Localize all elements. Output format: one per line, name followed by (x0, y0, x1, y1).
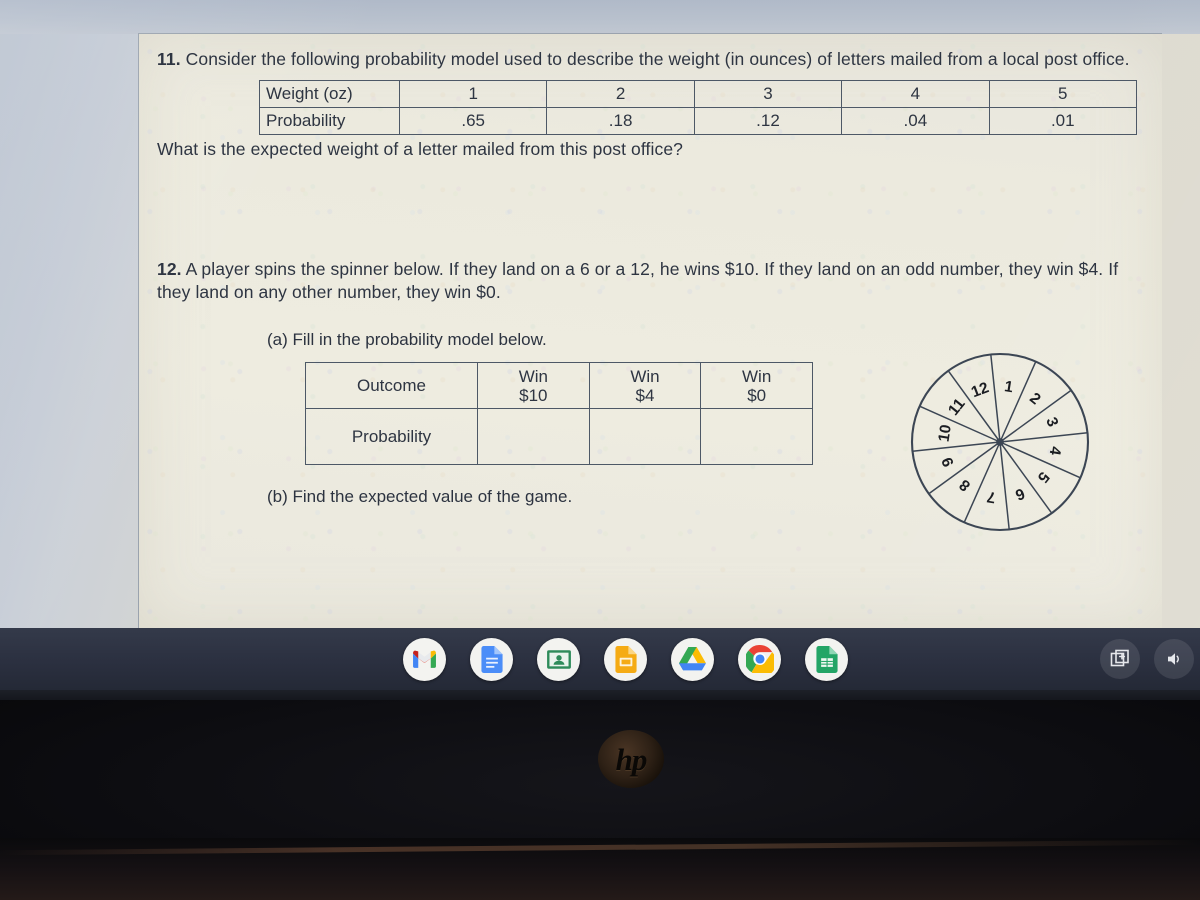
outcome-win-amount-3: $0 (747, 385, 767, 405)
question-12-number: 12. (157, 258, 182, 279)
gmail-app-icon[interactable] (403, 637, 446, 681)
spinner-sector-12: 12 (969, 379, 991, 401)
question-11-prompt: 11. Consider the following probability m… (157, 48, 1140, 71)
weight-value-4: 4 (841, 80, 990, 109)
probability-blank-2[interactable] (588, 408, 702, 466)
outcome-win-amount-2: $4 (635, 385, 655, 405)
question-11-followup: What is the expected weight of a letter … (157, 139, 684, 160)
outcome-win-word-2: Win (630, 366, 660, 386)
row-label-probability: Probability (259, 107, 400, 136)
spinner-sector-5: 5 (1034, 468, 1053, 486)
probability-value-3: .12 (693, 107, 843, 136)
probability-value-2: .18 (546, 107, 695, 136)
outcome-win-word-3: Win (742, 366, 772, 386)
spinner-sector-10: 10 (935, 423, 954, 443)
question-11-text: Consider the following probability model… (180, 49, 1130, 69)
outcome-win-word-1: Win (518, 366, 548, 386)
table-row: Outcome Win $10 Win $4 Win $0 (305, 362, 813, 410)
shelf-app-list (403, 637, 848, 681)
spinner-sector-1: 1 (1003, 378, 1015, 396)
volume-icon[interactable] (1154, 639, 1194, 679)
chrome-app-icon[interactable] (738, 637, 781, 681)
outcome-cell-win-10: Win $10 (477, 362, 590, 410)
outcome-cell-win-0: Win $0 (700, 362, 813, 410)
spinner-sector-3: 3 (1042, 415, 1061, 429)
worksheet-document[interactable]: 11. Consider the following probability m… (138, 33, 1162, 628)
probability-blank-1[interactable] (477, 408, 590, 466)
table-row: Weight (oz) 1 2 3 4 5 (259, 80, 1138, 109)
question-11-number: 11. (157, 49, 181, 69)
weight-value-5: 5 (988, 80, 1138, 109)
laptop-screen: 11. Consider the following probability m… (0, 0, 1200, 628)
hp-logo-text: hp (615, 741, 648, 777)
classroom-app-icon[interactable] (537, 637, 580, 681)
spinner-wheel-diagram: 1 2 3 4 5 6 7 8 9 10 11 12 (900, 342, 1100, 542)
spinner-sector-6: 6 (1012, 484, 1026, 503)
desktop-top-band (0, 0, 1200, 34)
shelf-system-tray[interactable] (1100, 639, 1194, 679)
spinner-sector-11: 11 (945, 395, 969, 419)
drive-app-icon[interactable] (671, 637, 714, 681)
slides-app-icon[interactable] (604, 637, 647, 681)
probability-value-4: .04 (841, 107, 990, 136)
row-label-probability-q12: Probability (305, 408, 478, 466)
spinner-sector-9: 9 (939, 454, 958, 468)
outcome-win-amount-1: $10 (519, 385, 548, 405)
spinner-sector-7: 7 (986, 488, 997, 506)
table-row: Probability (305, 408, 813, 466)
hp-brand-logo: hp (598, 730, 664, 788)
weight-value-2: 2 (546, 80, 695, 109)
spinner-sector-8: 8 (956, 476, 974, 495)
question-12-text: A player spins the spinner below. If the… (157, 258, 1119, 302)
row-label-weight: Weight (oz) (259, 80, 400, 109)
sheets-app-icon[interactable] (805, 637, 848, 681)
question-11-table-wrap: Weight (oz) 1 2 3 4 5 Probability .65 .1… (259, 80, 1140, 136)
spinner-sector-2: 2 (1026, 390, 1043, 409)
screen-capture-icon[interactable] (1100, 639, 1140, 679)
weight-value-1: 1 (398, 80, 548, 109)
docs-app-icon[interactable] (470, 637, 513, 681)
chromeos-shelf[interactable] (0, 628, 1200, 690)
spinner-spokes (912, 354, 1088, 530)
outcome-cell-win-4: Win $4 (588, 362, 702, 410)
weight-value-3: 3 (693, 80, 843, 109)
question-12-prompt: 12. A player spins the spinner below. If… (157, 258, 1140, 305)
spinner-svg: 123456789101112 (910, 352, 1090, 532)
probability-blank-3[interactable] (700, 408, 813, 466)
probability-value-1: .65 (398, 107, 548, 136)
probability-model-table-q12[interactable]: Outcome Win $10 Win $4 Win $0 Probabilit… (305, 362, 813, 466)
row-label-outcome: Outcome (305, 362, 478, 410)
spinner-sector-4: 4 (1046, 445, 1064, 457)
probability-value-5: .01 (988, 107, 1138, 136)
laptop-photo: 11. Consider the following probability m… (0, 0, 1200, 900)
table-row: Probability .65 .18 .12 .04 .01 (259, 107, 1138, 136)
probability-model-table-q11[interactable]: Weight (oz) 1 2 3 4 5 Probability .65 .1… (259, 80, 1138, 136)
